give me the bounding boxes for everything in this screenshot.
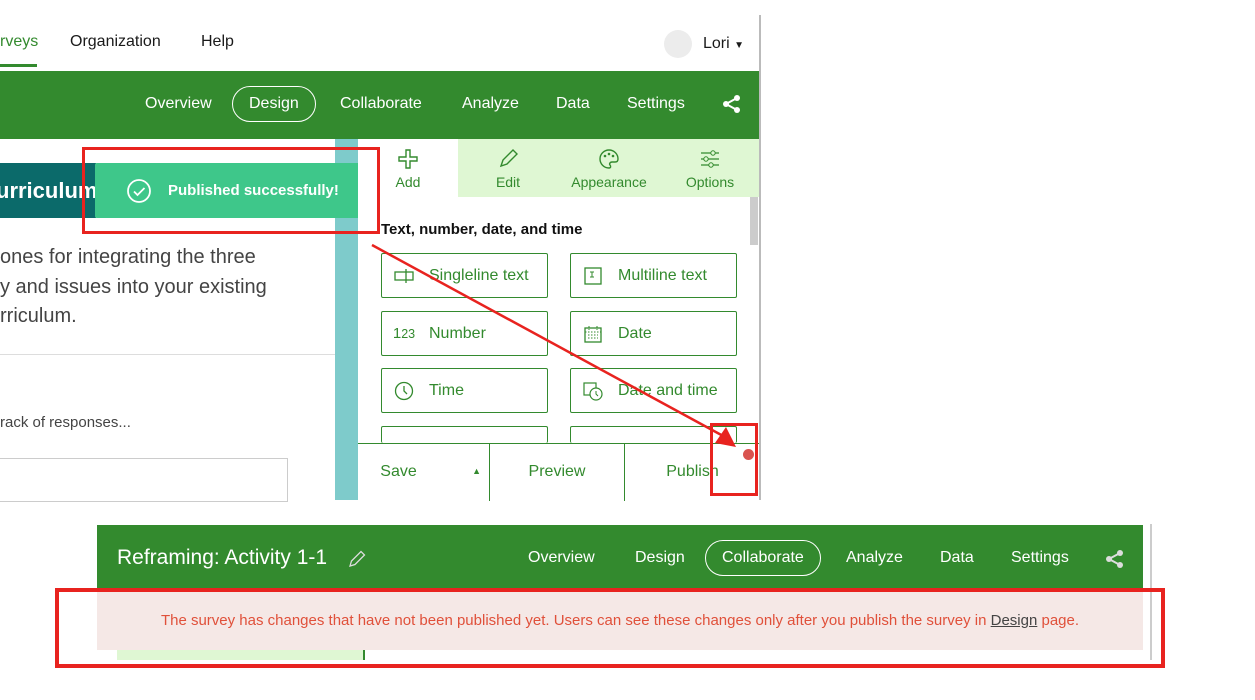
annotation-arrow-icon [371,243,736,447]
share-icon[interactable] [1105,549,1125,569]
nav-data[interactable]: Data [940,549,974,567]
nav-overview[interactable]: Overview [528,549,595,567]
nav-settings[interactable]: Settings [1011,549,1069,567]
nav-design[interactable]: Design [635,549,685,567]
survey-nav-bar-collaborate: Reframing: Activity 1-1 Overview Design … [97,525,1143,592]
nav-collaborate[interactable]: Collaborate [705,540,821,576]
survey-title: Reframing: Activity 1-1 [117,546,328,569]
edit-title-pencil-icon[interactable] [347,549,367,569]
nav-analyze[interactable]: Analyze [846,549,903,567]
annotation-box-warning [55,588,1165,668]
